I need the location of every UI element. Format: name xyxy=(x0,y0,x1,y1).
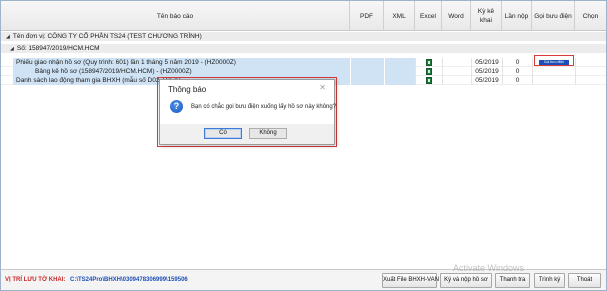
inspect-button[interactable]: Thanh tra xyxy=(495,273,530,288)
confirm-dialog: Thông báo ✕ ? Bạn có chắc gọi bưu điện x… xyxy=(159,79,337,145)
dialog-message: Bạn có chắc gọi bưu điện xuống lấy hồ sơ… xyxy=(191,104,337,110)
xml-cell[interactable] xyxy=(384,67,415,76)
col-header-period-line1: Kỳ kê xyxy=(477,8,495,15)
pdf-cell[interactable] xyxy=(350,67,384,76)
col-header-times[interactable]: Lần nộp xyxy=(502,1,532,31)
close-icon[interactable]: ✕ xyxy=(319,83,326,92)
period-cell: 05/2019 xyxy=(471,76,502,85)
select-cell[interactable] xyxy=(575,67,606,76)
select-cell[interactable] xyxy=(575,76,606,85)
group-doc-label: Số: 158947/2019/HCM.HCM xyxy=(16,45,100,52)
yes-button[interactable]: Có xyxy=(204,128,242,139)
exit-button[interactable]: Thoát xyxy=(568,273,601,288)
col-header-period-line2: khai xyxy=(480,17,492,24)
word-cell[interactable] xyxy=(442,76,471,85)
call-post-cell xyxy=(532,67,575,76)
collapse-triangle-icon[interactable]: ◢ xyxy=(10,45,14,54)
activation-watermark: Activate Windows xyxy=(453,263,525,273)
grid-header: Tên báo cáo PDF XML Excel Word Kỳ kê kha… xyxy=(1,1,606,31)
col-header-excel[interactable]: Excel xyxy=(415,1,442,31)
group-row-unit[interactable]: ◢ Tên đơn vị: CÔNG TY CỔ PHẦN TS24 (TEST … xyxy=(1,32,606,41)
excel-file-icon[interactable] xyxy=(426,59,432,66)
dialog-title: Thông báo xyxy=(168,85,207,94)
dialog-footer: Có Không xyxy=(160,124,334,144)
pdf-cell[interactable] xyxy=(350,58,384,67)
times-cell: 0 xyxy=(502,58,532,67)
col-header-call-post[interactable]: Gọi bưu điện xyxy=(532,1,575,31)
question-icon: ? xyxy=(170,100,183,113)
excel-file-icon[interactable] xyxy=(426,77,432,84)
excel-file-icon[interactable] xyxy=(426,68,432,75)
times-cell: 0 xyxy=(502,67,532,76)
col-header-select[interactable]: Chọn xyxy=(575,1,606,31)
word-cell[interactable] xyxy=(442,67,471,76)
period-cell: 05/2019 xyxy=(471,67,502,76)
export-bhxh-van-button[interactable]: Xuất File BHXH-VAN xyxy=(382,273,439,288)
col-header-period[interactable]: Kỳ kê khai xyxy=(471,1,502,31)
word-cell[interactable] xyxy=(442,58,471,67)
report-name: Phiếu giao nhận hồ sơ (Quy trình: 601) l… xyxy=(13,58,350,67)
group-row-doc[interactable]: ◢ Số: 158947/2019/HCM.HCM xyxy=(1,44,606,53)
col-header-pdf[interactable]: PDF xyxy=(350,1,384,31)
report-window: Tên báo cáo PDF XML Excel Word Kỳ kê kha… xyxy=(0,0,607,291)
save-path-link[interactable]: C:\TS24Pro\BHXH\0309478306999\159506 xyxy=(70,277,188,283)
pdf-cell[interactable] xyxy=(350,76,384,85)
table-row[interactable]: Phiếu giao nhận hồ sơ (Quy trình: 601) l… xyxy=(1,58,606,67)
verify-button[interactable]: Trình ký xyxy=(534,273,565,288)
table-row[interactable]: Bảng kê hồ sơ (158947/2019/HCM.HCM) - (H… xyxy=(1,67,606,76)
call-post-cell xyxy=(532,76,575,85)
col-header-xml[interactable]: XML xyxy=(384,1,415,31)
collapse-triangle-icon[interactable]: ◢ xyxy=(6,33,10,42)
no-button[interactable]: Không xyxy=(249,128,287,139)
xml-cell[interactable] xyxy=(384,58,415,67)
group-unit-label: Tên đơn vị: CÔNG TY CỔ PHẦN TS24 (TEST C… xyxy=(12,33,202,40)
excel-cell[interactable] xyxy=(415,76,442,85)
excel-cell[interactable] xyxy=(415,58,442,67)
col-header-word[interactable]: Word xyxy=(442,1,471,31)
period-cell: 05/2019 xyxy=(471,58,502,67)
dialog-body: ? Bạn có chắc gọi bưu điện xuống lấy hồ … xyxy=(160,98,337,124)
select-cell[interactable] xyxy=(575,58,606,67)
excel-cell[interactable] xyxy=(415,67,442,76)
sign-submit-button[interactable]: Ký và nộp hồ sơ xyxy=(440,273,492,288)
save-path-label: VỊ TRÍ LƯU TỜ KHAI: xyxy=(5,277,66,283)
report-name: Bảng kê hồ sơ (158947/2019/HCM.HCM) - (H… xyxy=(13,67,350,76)
xml-cell[interactable] xyxy=(384,76,415,85)
call-post-button[interactable]: Gọi bưu điện xyxy=(539,60,569,65)
col-header-name[interactable]: Tên báo cáo xyxy=(1,1,350,31)
times-cell: 0 xyxy=(502,76,532,85)
